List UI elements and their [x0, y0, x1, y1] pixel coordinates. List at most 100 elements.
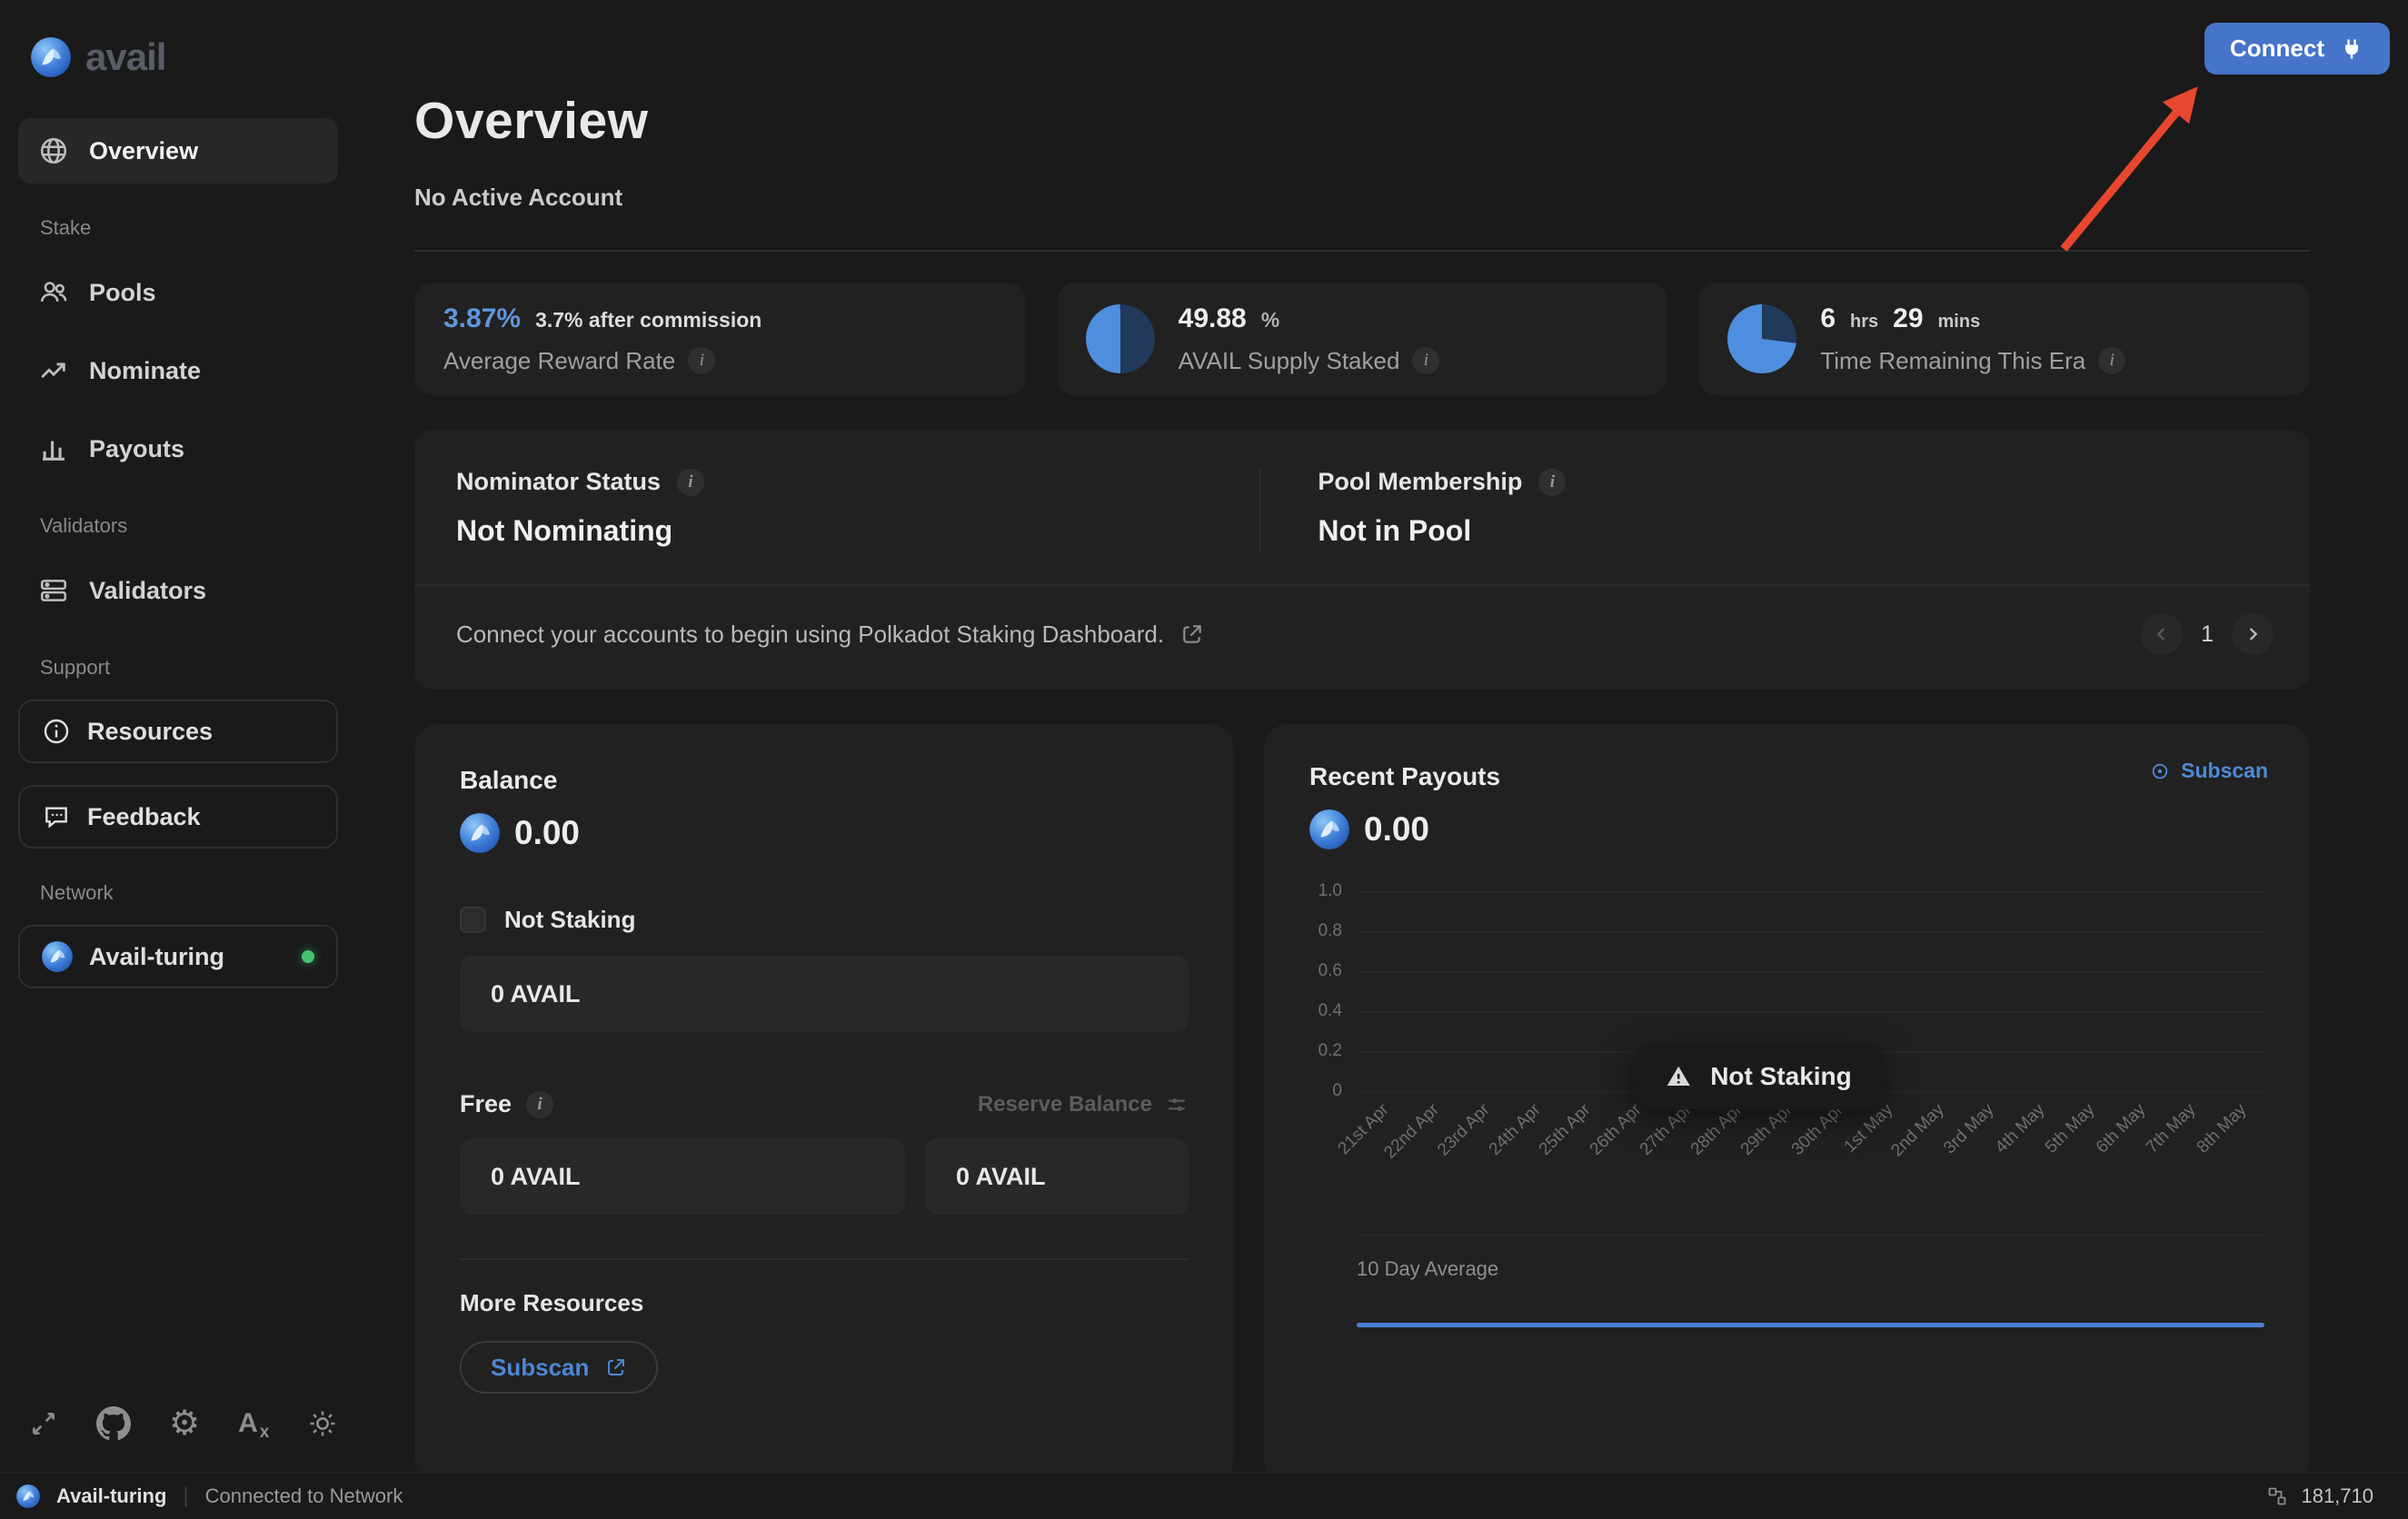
page-title: Overview — [414, 91, 2310, 151]
not-staking-badge-label: Not Staking — [1710, 1062, 1852, 1091]
connect-button-label: Connect — [2230, 35, 2324, 63]
era-time-label: Time Remaining This Era — [1820, 347, 2085, 375]
sidebar-item-label: Pools — [89, 279, 156, 307]
era-mins-unit: mins — [1938, 312, 1981, 333]
sidebar-item-label: Payouts — [89, 435, 184, 463]
settings-gear-icon[interactable]: ⚙ — [169, 1406, 200, 1441]
github-icon[interactable] — [96, 1406, 131, 1441]
network-online-dot — [302, 950, 314, 963]
balance-card: Balance 0.00 Not Staking 0 AVAIL Fre — [414, 724, 1234, 1483]
network-selector[interactable]: Avail-turing — [18, 925, 338, 988]
payouts-chart: 1.00.80.60.40.20 21st Apr22nd Apr23rd Ap… — [1309, 891, 2264, 1193]
language-icon[interactable]: Ax — [238, 1408, 269, 1439]
reward-rate-note: 3.7% after commission — [535, 308, 761, 333]
era-time-card: 6 hrs 29 mins Time Remaining This Era i — [1698, 283, 2310, 395]
sidebar-item-label: Nominate — [89, 357, 201, 385]
subscan-button-label: Subscan — [491, 1354, 589, 1382]
avail-token-icon — [460, 813, 500, 853]
status-bar: Avail-turing | Connected to Network 181,… — [0, 1472, 2408, 1519]
subscan-button[interactable]: Subscan — [460, 1341, 658, 1394]
info-icon[interactable]: i — [1538, 469, 1566, 496]
info-icon[interactable]: i — [688, 347, 715, 374]
avail-network-icon — [16, 1484, 40, 1508]
not-staking-checkbox[interactable] — [460, 907, 486, 933]
collapse-sidebar-icon[interactable] — [29, 1409, 58, 1438]
feedback-button[interactable]: Feedback — [18, 785, 338, 849]
plug-icon — [2339, 36, 2364, 62]
recent-payouts-card: Subscan Recent Payouts 0.00 1.00.80.60.4… — [1264, 724, 2310, 1483]
sidebar: avail Overview Stake Pools Nominate — [0, 0, 368, 1472]
reward-rate-value: 3.87% — [443, 303, 521, 334]
sidebar-item-overview[interactable]: Overview — [18, 118, 338, 184]
info-icon[interactable]: i — [1412, 347, 1439, 374]
app-logo: avail — [18, 36, 368, 78]
era-hours-value: 6 — [1820, 303, 1836, 334]
connect-prompt-text: Connect your accounts to begin using Pol… — [456, 621, 1164, 649]
nominator-status-section: Nominator Status i Not Nominating — [414, 468, 1259, 553]
y-axis: 1.00.80.60.40.20 — [1309, 891, 1357, 1091]
active-account-status: No Active Account — [414, 184, 2310, 212]
sidebar-item-pools[interactable]: Pools — [18, 260, 338, 325]
section-label-validators: Validators — [40, 514, 368, 538]
avail-logo-icon — [31, 37, 71, 77]
pool-membership-value: Not in Pool — [1318, 514, 2268, 548]
ten-day-average-label: 10 Day Average — [1357, 1257, 2264, 1281]
external-link-icon — [605, 1356, 627, 1378]
subscan-toggle[interactable]: Subscan — [2150, 759, 2268, 783]
stats-row: 3.87% 3.7% after commission Average Rewa… — [414, 283, 2310, 395]
reward-rate-label: Average Reward Rate — [443, 347, 675, 375]
section-label-stake: Stake — [40, 216, 368, 240]
balance-total: 0.00 — [514, 814, 580, 852]
section-label-support: Support — [40, 656, 368, 680]
balance-title: Balance — [460, 766, 1189, 795]
era-mins-value: 29 — [1893, 303, 1923, 334]
nominator-status-value: Not Nominating — [456, 514, 1218, 548]
sidebar-item-label: Overview — [89, 137, 198, 165]
average-line — [1357, 1323, 2264, 1327]
resources-button[interactable]: Resources — [18, 700, 338, 763]
page-number: 1 — [2201, 621, 2214, 648]
theme-sun-icon[interactable] — [307, 1408, 338, 1439]
block-number: 181,710 — [2301, 1484, 2373, 1508]
subscan-icon — [2150, 761, 2170, 781]
payouts-total: 0.00 — [1364, 810, 1429, 849]
payouts-title: Recent Payouts — [1309, 762, 2264, 791]
info-icon[interactable]: i — [526, 1091, 553, 1118]
app-logo-text: avail — [85, 35, 165, 79]
more-resources-label: More Resources — [460, 1289, 1189, 1317]
supply-staked-label: AVAIL Supply Staked — [1179, 347, 1400, 375]
not-staking-badge: Not Staking — [1634, 1044, 1883, 1109]
page-prev-button[interactable] — [2141, 613, 2183, 655]
connect-button[interactable]: Connect — [2204, 23, 2390, 74]
status-card-footer: Connect your accounts to begin using Pol… — [414, 584, 2310, 690]
supply-staked-value: 49.88 — [1179, 303, 1247, 334]
pool-membership-label: Pool Membership — [1318, 468, 1522, 496]
external-link-icon[interactable] — [1180, 622, 1204, 646]
sidebar-item-nominate[interactable]: Nominate — [18, 338, 338, 403]
users-icon — [38, 277, 69, 308]
speech-bubble-icon — [42, 802, 71, 831]
staking-dashboard: avail Overview Stake Pools Nominate — [0, 0, 2408, 1519]
warning-icon — [1665, 1063, 1692, 1090]
sidebar-item-payouts[interactable]: Payouts — [18, 416, 338, 482]
reserve-amount: 0 AVAIL — [956, 1163, 1046, 1191]
balance-divider — [460, 1258, 1189, 1260]
block-icon — [2266, 1485, 2288, 1507]
ten-day-average-section: 10 Day Average — [1357, 1235, 2264, 1327]
bar-chart-icon — [38, 433, 69, 464]
staked-amount-box: 0 AVAIL — [460, 956, 1189, 1032]
supply-staked-card: 49.88 % AVAIL Supply Staked i — [1057, 283, 1668, 395]
reserve-slider-icon[interactable] — [1165, 1093, 1189, 1117]
avail-network-icon — [42, 941, 73, 972]
trend-up-icon — [38, 355, 69, 386]
statusbar-network-name: Avail-turing — [56, 1484, 166, 1508]
info-icon[interactable]: i — [2098, 347, 2125, 374]
page-next-button[interactable] — [2232, 613, 2274, 655]
connection-status: Connected to Network — [205, 1484, 403, 1508]
sidebar-item-label: Validators — [89, 577, 206, 605]
pagination: 1 — [2141, 613, 2274, 655]
main-content: Overview No Active Account 3.87% 3.7% af… — [368, 0, 2408, 1472]
info-icon[interactable]: i — [677, 469, 704, 496]
era-hours-unit: hrs — [1850, 312, 1878, 333]
sidebar-item-validators[interactable]: Validators — [18, 558, 338, 623]
